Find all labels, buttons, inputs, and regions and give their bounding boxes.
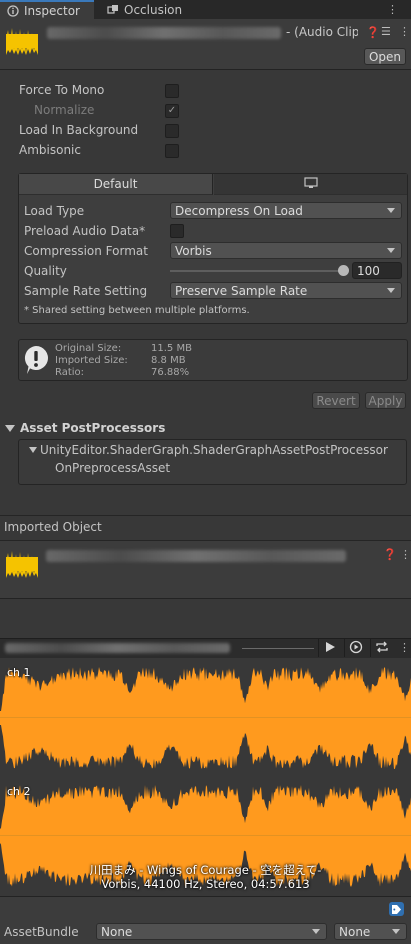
quality-input[interactable]: 100 [352,262,402,279]
load-type-value: Decompress On Load [175,203,303,218]
chevron-down-icon [392,929,400,934]
foldout-arrow-icon[interactable] [5,425,15,432]
tab-occlusion[interactable]: Occlusion [100,0,190,19]
tab-default-label: Default [93,177,138,191]
postprocessor-method: OnPreprocessAsset [55,461,171,475]
chevron-down-icon [387,288,395,293]
ratio-value: 76.88% [151,367,190,378]
loop-button[interactable] [370,639,392,657]
asset-type-label: - (Audio Clip [286,25,358,39]
channel-2-centerline [0,835,411,836]
compression-format-label: Compression Format [24,244,148,258]
foldout-arrow-icon[interactable] [29,447,37,453]
compression-format-dropdown[interactable]: Vorbis [170,242,402,259]
imported-object-name-blurred [46,550,346,562]
shared-setting-note: * Shared setting between multiple platfo… [24,305,250,316]
preview-title-blurred [5,643,230,653]
tab-default-platform[interactable]: Default [19,174,213,195]
occlusion-icon [107,4,119,16]
tab-inspector-label: Inspector [24,3,80,18]
auto-play-button[interactable] [344,639,366,657]
load-type-label: Load Type [24,204,85,218]
load-type-dropdown[interactable]: Decompress On Load [170,202,402,219]
info-icon [7,4,19,17]
imported-object-title: Imported Object [4,520,102,534]
channel-1-label: ch 1 [7,666,31,679]
monitor-icon [303,176,318,192]
force-to-mono-checkbox[interactable] [165,84,179,98]
assetbundle-label: AssetBundle [4,925,79,939]
asset-name-blurred [47,27,281,39]
preload-audio-checkbox[interactable] [170,224,184,238]
play-icon [325,641,335,655]
chevron-down-icon [387,248,395,253]
load-in-background-checkbox[interactable] [165,124,179,138]
help-icon[interactable]: ❓ [383,548,397,561]
load-in-background-label: Load In Background [19,123,139,137]
info-warning-icon [23,345,49,378]
original-size-label: Original Size: [55,343,122,354]
track-title: 川田まみ - Wings of Courage - 空を超えて- [89,863,322,877]
compression-format-value: Vorbis [175,243,212,258]
revert-button[interactable]: Revert [312,392,360,409]
help-icon[interactable]: ❓ [366,26,380,39]
preview-menu-icon[interactable]: ⋮ [399,641,410,654]
context-menu-icon[interactable]: ⋮ [400,548,411,561]
quality-label: Quality [24,264,67,278]
preview-separator-line [242,648,314,649]
ratio-label: Ratio: [55,367,85,378]
channel-2-label: ch 2 [7,785,31,798]
tab-occlusion-label: Occlusion [124,2,183,17]
postprocessor-class[interactable]: UnityEditor.ShaderGraph.ShaderGraphAsset… [40,443,388,457]
sample-rate-label: Sample Rate Setting [24,284,148,298]
quality-slider-thumb[interactable] [338,265,349,276]
quality-slider-track[interactable] [170,270,346,272]
chevron-down-icon [312,929,320,934]
label-tag-icon[interactable] [389,902,404,916]
loop-icon [375,641,389,656]
normalize-label: Normalize [34,103,95,117]
tab-inspector[interactable]: Inspector [0,0,94,19]
original-size-value: 11.5 MB [151,343,192,354]
audio-clip-icon [6,548,38,580]
more-options-icon[interactable]: ⋮ [387,3,398,16]
asset-postprocessors-title[interactable]: Asset PostProcessors [20,421,165,435]
chevron-down-icon [387,208,395,213]
play-button[interactable] [318,639,340,657]
channel-1-centerline [0,717,411,718]
open-button[interactable]: Open [364,48,406,65]
assetbundle-variant-value: None [339,924,371,939]
apply-button[interactable]: Apply [365,392,406,409]
auto-play-icon [349,640,363,657]
context-menu-icon[interactable]: ⋮ [399,25,410,38]
track-info: Vorbis, 44100 Hz, Stereo, 04:57.613 [101,877,310,891]
assetbundle-variant-dropdown[interactable]: None [334,923,407,940]
force-to-mono-label: Force To Mono [19,83,105,97]
normalize-checkbox[interactable]: ✓ [165,104,179,118]
ambisonic-label: Ambisonic [19,143,81,157]
assetbundle-name-dropdown[interactable]: None [96,923,327,940]
waveform-channel-1 [0,660,411,776]
ambisonic-checkbox[interactable] [165,144,179,158]
sample-rate-value: Preserve Sample Rate [175,283,308,298]
imported-size-value: 8.8 MB [151,355,186,366]
presets-icon[interactable]: ☰ [381,25,391,38]
waveform-shape [0,667,411,769]
assetbundle-name-value: None [101,924,133,939]
sample-rate-dropdown[interactable]: Preserve Sample Rate [170,282,402,299]
audio-clip-icon [6,25,38,57]
tab-standalone-platform[interactable] [214,174,407,195]
divider [0,515,411,516]
preload-audio-label: Preload Audio Data* [24,224,146,238]
imported-size-label: Imported Size: [55,355,128,366]
